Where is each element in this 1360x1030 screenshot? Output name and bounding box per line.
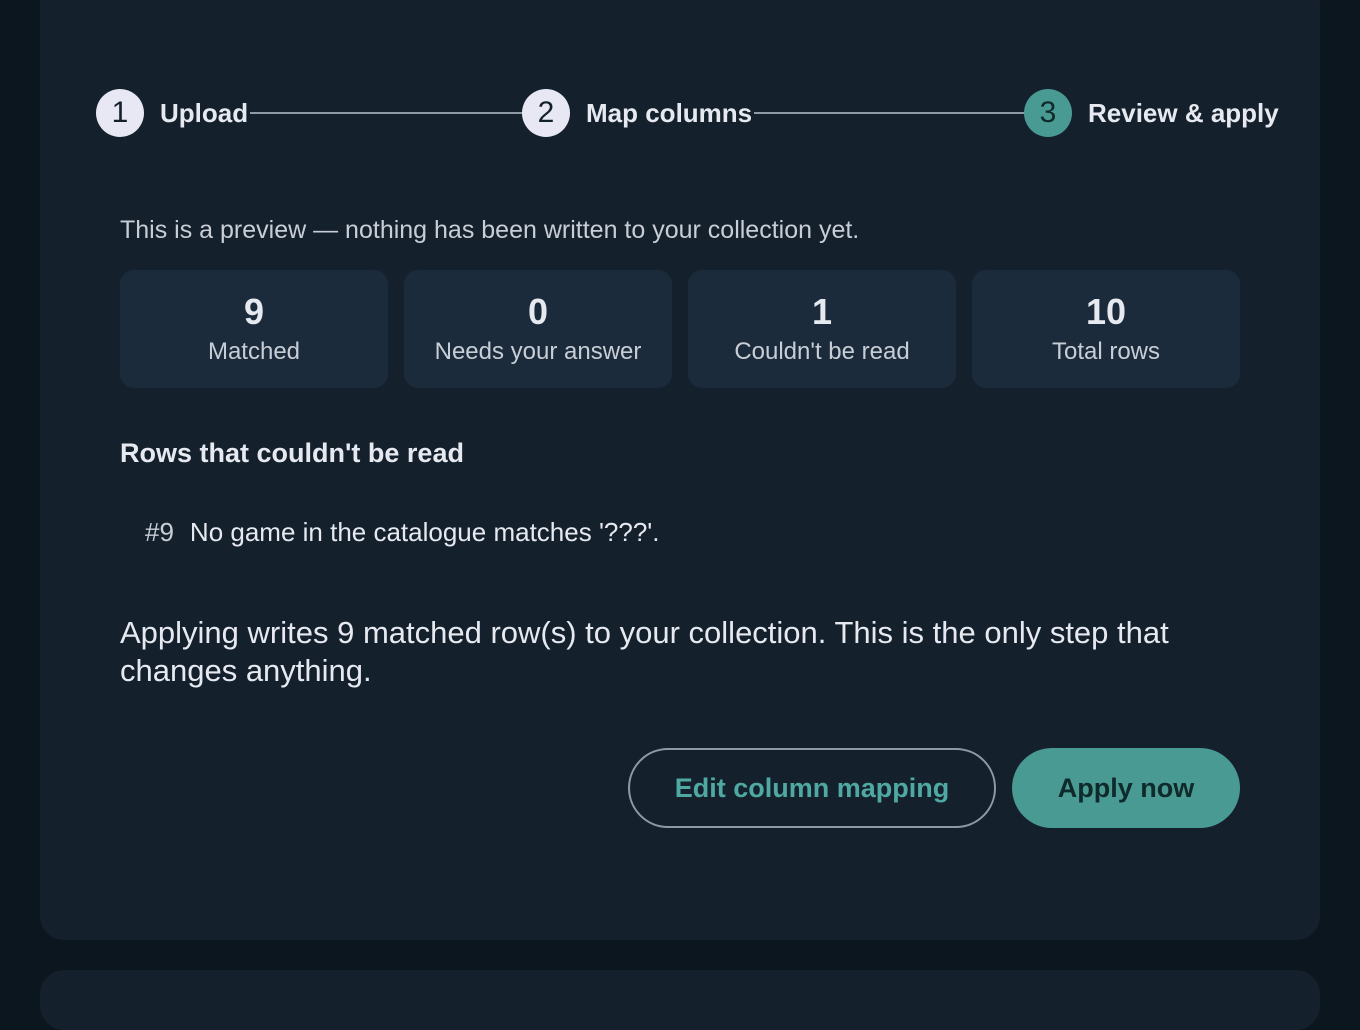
stat-needs-answer: 0 Needs your answer <box>404 270 672 388</box>
stat-matched: 9 Matched <box>120 270 388 388</box>
preview-note: This is a preview — nothing has been wri… <box>120 216 860 244</box>
actions: Edit column mapping Apply now <box>628 748 1240 828</box>
stats-row: 9 Matched 0 Needs your answer 1 Couldn't… <box>120 270 1240 388</box>
step-number: 1 <box>96 89 144 137</box>
step-label: Map columns <box>586 97 755 129</box>
error-row-message: No game in the catalogue matches '???'. <box>189 517 660 547</box>
stat-unreadable: 1 Couldn't be read <box>688 270 956 388</box>
unreadable-rows-title: Rows that couldn't be read <box>120 438 464 468</box>
next-panel <box>40 970 1320 1030</box>
stat-label: Needs your answer <box>434 338 642 365</box>
stat-label: Total rows <box>1051 338 1161 365</box>
step-number: 2 <box>522 89 570 137</box>
stat-value: 1 <box>811 291 833 332</box>
error-row: #9 No game in the catalogue matches '???… <box>145 517 659 548</box>
step-connector-1 <box>240 112 566 114</box>
stat-total-rows: 10 Total rows <box>972 270 1240 388</box>
import-panel: 1 Upload 2 Map columns 3 Review & apply … <box>40 0 1320 940</box>
stat-value: 0 <box>527 291 549 332</box>
apply-now-button[interactable]: Apply now <box>1012 748 1240 828</box>
step-connector-2 <box>740 112 1068 114</box>
step-map-columns[interactable]: 2 Map columns <box>522 89 755 137</box>
step-number: 3 <box>1024 89 1072 137</box>
step-label: Review & apply <box>1088 97 1281 129</box>
stat-value: 9 <box>243 291 265 332</box>
step-label: Upload <box>160 97 251 129</box>
error-row-number: #9 <box>145 517 174 547</box>
stepper: 1 Upload 2 Map columns 3 Review & apply <box>40 0 1320 180</box>
stat-label: Matched <box>207 338 301 365</box>
step-upload[interactable]: 1 Upload <box>96 89 251 137</box>
step-review-apply: 3 Review & apply <box>1024 89 1281 137</box>
apply-note: Applying writes 9 matched row(s) to your… <box>120 615 1169 688</box>
stat-label: Couldn't be read <box>734 338 910 365</box>
edit-column-mapping-button[interactable]: Edit column mapping <box>628 748 996 828</box>
stat-value: 10 <box>1085 291 1127 332</box>
